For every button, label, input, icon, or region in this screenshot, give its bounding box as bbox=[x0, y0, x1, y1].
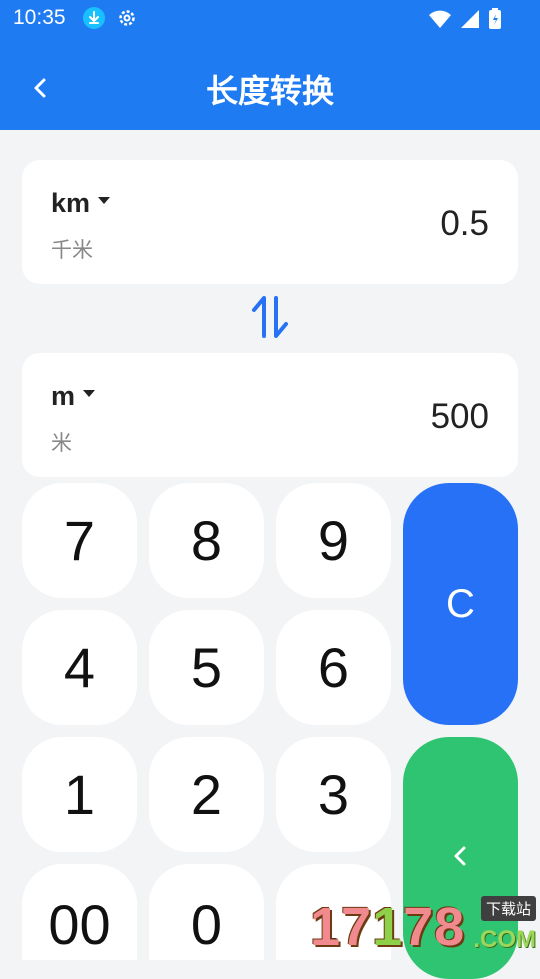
from-unit-label: km bbox=[51, 188, 91, 218]
download-icon bbox=[83, 7, 105, 29]
key-0[interactable]: 0 bbox=[149, 864, 264, 960]
key-4[interactable]: 4 bbox=[22, 610, 137, 725]
key-1[interactable]: 1 bbox=[22, 737, 137, 852]
to-unit-card[interactable]: m 米 500 bbox=[22, 353, 518, 477]
key-00[interactable]: 00 bbox=[22, 864, 137, 960]
status-bar: 10:35 bbox=[0, 0, 540, 36]
page-title: 长度转换 bbox=[205, 72, 334, 110]
battery-icon bbox=[488, 8, 502, 34]
from-unit-card[interactable]: km 千米 0.5 bbox=[22, 160, 518, 284]
status-indicators bbox=[428, 8, 502, 34]
key-5[interactable]: 5 bbox=[149, 610, 264, 725]
watermark-number: 17178 bbox=[310, 896, 465, 958]
from-unit-name: 千米 bbox=[51, 238, 93, 262]
key-0-label: 0 bbox=[190, 893, 223, 956]
key-8[interactable]: 8 bbox=[149, 483, 264, 598]
caret-down-icon bbox=[98, 197, 111, 205]
key-3[interactable]: 3 bbox=[276, 737, 391, 852]
key-2[interactable]: 2 bbox=[149, 737, 264, 852]
swap-vertical-icon bbox=[248, 296, 292, 346]
status-time: 10:35 bbox=[13, 6, 66, 29]
swap-button[interactable] bbox=[248, 292, 292, 342]
watermark-domain: .COM bbox=[473, 926, 536, 953]
key-7[interactable]: 7 bbox=[22, 483, 137, 598]
watermark-number-b: 1 bbox=[372, 897, 404, 957]
wifi-icon bbox=[428, 9, 452, 33]
signal-icon bbox=[460, 9, 480, 33]
watermark-tag: 下载站 bbox=[480, 896, 536, 921]
watermark-number-a: 17 bbox=[310, 897, 373, 957]
from-unit-selector[interactable]: km bbox=[51, 188, 111, 219]
clear-button[interactable]: C bbox=[403, 483, 518, 725]
from-value: 0.5 bbox=[440, 204, 489, 243]
key-9[interactable]: 9 bbox=[276, 483, 391, 598]
to-unit-selector[interactable]: m bbox=[51, 381, 96, 412]
chevron-left-icon bbox=[446, 841, 476, 875]
to-value: 500 bbox=[430, 397, 489, 436]
watermark-logo: 下载站 17178 .COM bbox=[310, 896, 536, 958]
caret-down-icon bbox=[83, 390, 96, 398]
gear-icon bbox=[116, 7, 138, 29]
app-header: 10:35 长度转换 bbox=[0, 0, 540, 130]
watermark-number-c: 78 bbox=[403, 897, 466, 957]
key-00-label: 00 bbox=[48, 893, 111, 956]
to-unit-label: m bbox=[51, 381, 76, 411]
to-unit-name: 米 bbox=[51, 431, 72, 455]
key-6[interactable]: 6 bbox=[276, 610, 391, 725]
